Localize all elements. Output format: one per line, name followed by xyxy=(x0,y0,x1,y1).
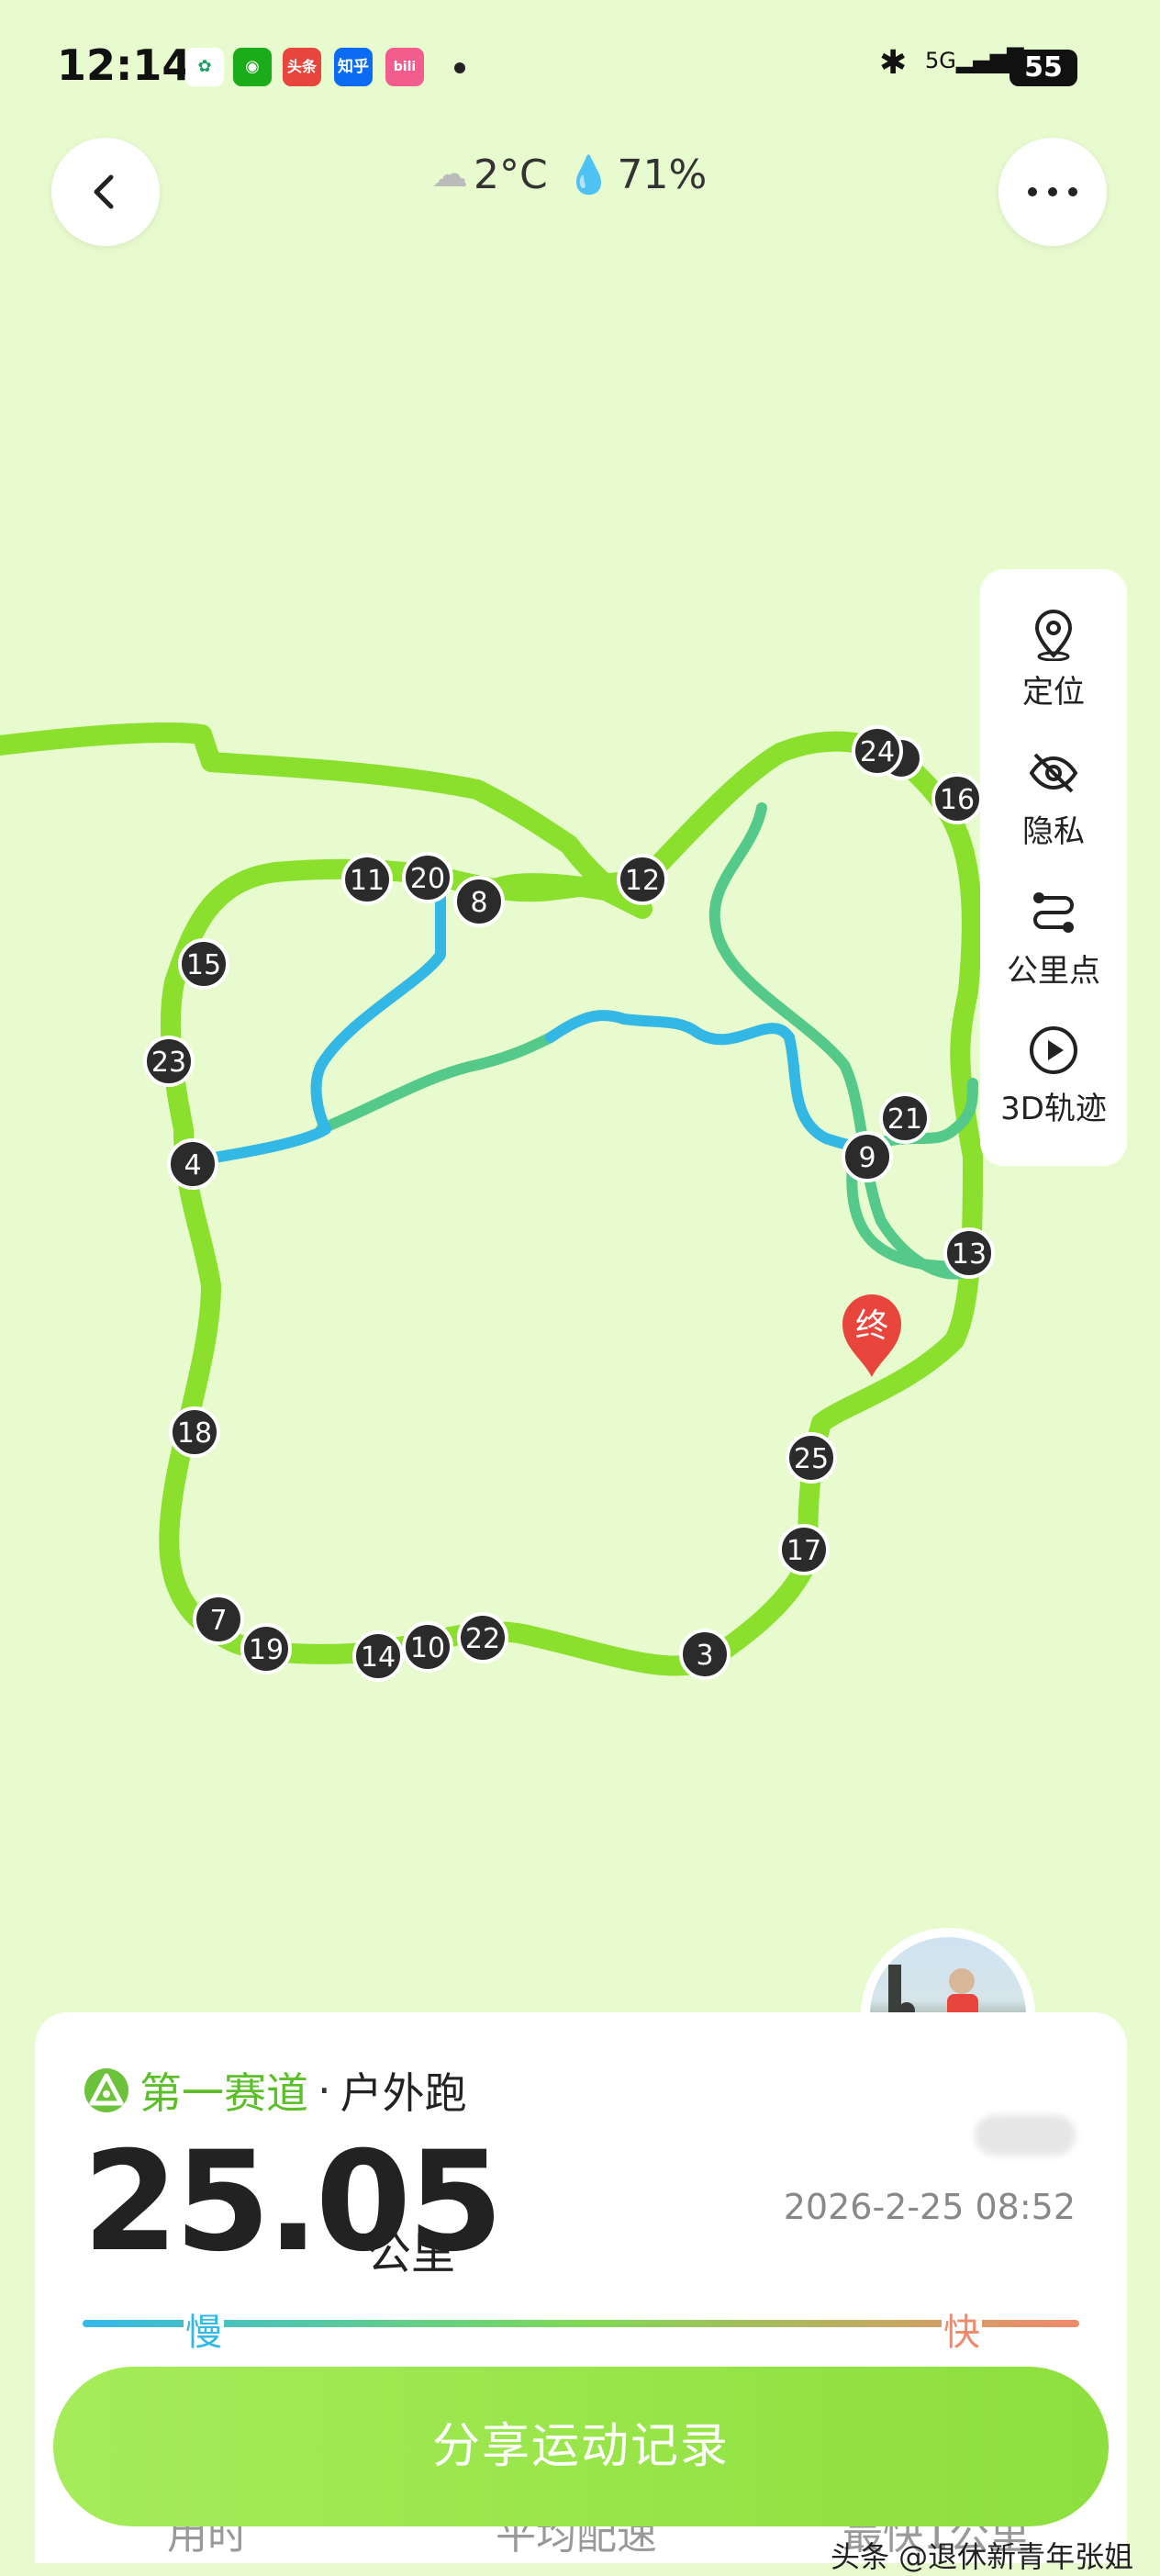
first-track-logo-icon xyxy=(84,2068,128,2112)
km-marker-23: 23 xyxy=(143,1036,195,1087)
privacy-button[interactable]: 隐私 xyxy=(980,745,1127,851)
km-marker-label: 4 xyxy=(184,1149,201,1182)
back-button[interactable] xyxy=(51,138,160,246)
bilibili-icon: bili xyxy=(385,48,424,86)
3d-track-label: 3D轨迹 xyxy=(1000,1091,1107,1127)
km-marker-label: 20 xyxy=(410,863,445,895)
km-marker-label: 22 xyxy=(465,1623,500,1655)
km-marker-label: 7 xyxy=(209,1605,227,1637)
chevron-left-icon xyxy=(94,174,114,209)
toutiao-icon: 头条 xyxy=(283,48,321,86)
activity-datetime: 2026-2-25 08:52 xyxy=(783,2187,1076,2227)
sport-source: 第一赛道 · 户外跑 xyxy=(83,2060,467,2121)
km-marker-17: 17 xyxy=(778,1524,830,1575)
brand-name: 第一赛道 xyxy=(139,2068,308,2118)
km-marker-label: 18 xyxy=(177,1417,212,1450)
km-marker-9: 9 xyxy=(842,1131,893,1182)
km-marker-label: 24 xyxy=(860,736,895,768)
km-marker-label: 21 xyxy=(887,1103,922,1136)
route-icon xyxy=(1033,892,1074,933)
wechat-icon: ◉ xyxy=(233,48,272,86)
battery-level: 55 xyxy=(1024,51,1063,84)
more-button[interactable] xyxy=(998,138,1107,246)
bluetooth-icon: ✱ xyxy=(879,44,908,82)
km-marker-label: 15 xyxy=(186,949,221,981)
km-marker-22: 22 xyxy=(457,1612,508,1663)
route-track-mid-2 xyxy=(316,1032,556,1135)
km-marker-label: 17 xyxy=(786,1535,821,1567)
km-marker-label: 14 xyxy=(361,1641,396,1674)
finish-pin: 终 xyxy=(842,1294,901,1377)
locate-label: 定位 xyxy=(1022,674,1085,711)
km-marker-11: 11 xyxy=(341,854,393,905)
km-marker-12: 12 xyxy=(617,854,668,905)
separator: · xyxy=(318,2066,331,2115)
km-marker-label: 16 xyxy=(940,784,975,816)
play-icon xyxy=(1030,1026,1077,1074)
km-marker-24: 24 xyxy=(852,725,903,777)
sport-type: 户外跑 xyxy=(340,2068,467,2118)
km-marker-8: 8 xyxy=(453,876,505,927)
location-pin-icon xyxy=(1034,610,1073,661)
km-marker-label: 19 xyxy=(249,1634,284,1666)
pace-legend-bar xyxy=(83,2320,1079,2327)
km-marker-25: 25 xyxy=(786,1432,837,1484)
km-marker-label: 3 xyxy=(696,1640,713,1672)
km-marker-label: 13 xyxy=(952,1238,987,1271)
km-marker-label: 8 xyxy=(470,887,487,919)
humidity: 71% xyxy=(617,151,708,198)
km-marker-7: 7 xyxy=(193,1594,244,1645)
network-label: 5G xyxy=(925,48,956,73)
km-marker-label: 11 xyxy=(350,865,385,897)
km-points-label: 公里点 xyxy=(1007,953,1100,990)
weather-info: ☁ 2°C 💧 71% xyxy=(431,145,707,204)
route-track-mid xyxy=(708,802,978,1280)
route-track-slow xyxy=(187,876,873,1167)
water-drop-icon: 💧 xyxy=(565,153,612,196)
km-points-button[interactable]: 公里点 xyxy=(980,885,1127,991)
km-marker-21: 21 xyxy=(879,1092,931,1144)
km-marker-13: 13 xyxy=(943,1227,995,1279)
km-marker-label: 10 xyxy=(410,1632,445,1664)
3d-track-button[interactable]: 3D轨迹 xyxy=(980,1023,1127,1128)
cloudy-icon: ☁ xyxy=(431,153,468,196)
finish-label: 终 xyxy=(855,1307,888,1345)
battery-icon: 55 xyxy=(1009,50,1077,86)
km-marker-15: 15 xyxy=(178,938,229,990)
eye-slash-icon xyxy=(1029,753,1078,793)
km-marker-14: 14 xyxy=(352,1630,404,1682)
map-tools-panel: 定位 隐私 公里点 3D轨迹 xyxy=(980,569,1127,1166)
km-marker-4: 4 xyxy=(167,1138,218,1190)
km-marker-label: 25 xyxy=(794,1443,829,1475)
watermark: 头条 @退休新青年张姐 xyxy=(831,2539,1134,2574)
km-marker-label: 23 xyxy=(151,1047,186,1079)
more-dots-icon xyxy=(1028,187,1077,196)
notification-dot-icon xyxy=(454,62,465,73)
status-bar: 12:14 ✿ ◉ 头条 知乎 bili ✱ 5G▂▄▆█ 55 xyxy=(0,0,1160,138)
km-marker-10: 10 xyxy=(402,1621,453,1673)
km-marker-label: 9 xyxy=(858,1142,876,1174)
blurred-username xyxy=(975,2115,1076,2156)
china-mobile-icon: ✿ xyxy=(185,48,224,86)
km-marker-label: 12 xyxy=(625,865,660,897)
km-marker-3: 3 xyxy=(679,1629,731,1680)
share-record-button[interactable]: 分享运动记录 xyxy=(53,2367,1109,2526)
status-time: 12:14 xyxy=(57,40,192,90)
slow-label: 慢 xyxy=(184,2302,224,2356)
km-marker-16: 16 xyxy=(931,773,983,824)
distance-unit: 公里 xyxy=(367,2228,456,2279)
km-marker-18: 18 xyxy=(169,1406,220,1458)
locate-button[interactable]: 定位 xyxy=(980,606,1127,711)
privacy-label: 隐私 xyxy=(1022,813,1085,850)
km-marker-19: 19 xyxy=(240,1623,292,1674)
zhihu-icon: 知乎 xyxy=(334,48,373,86)
km-marker-20: 20 xyxy=(402,852,453,903)
fast-label: 快 xyxy=(942,2302,982,2356)
temperature: 2°C xyxy=(474,151,548,198)
